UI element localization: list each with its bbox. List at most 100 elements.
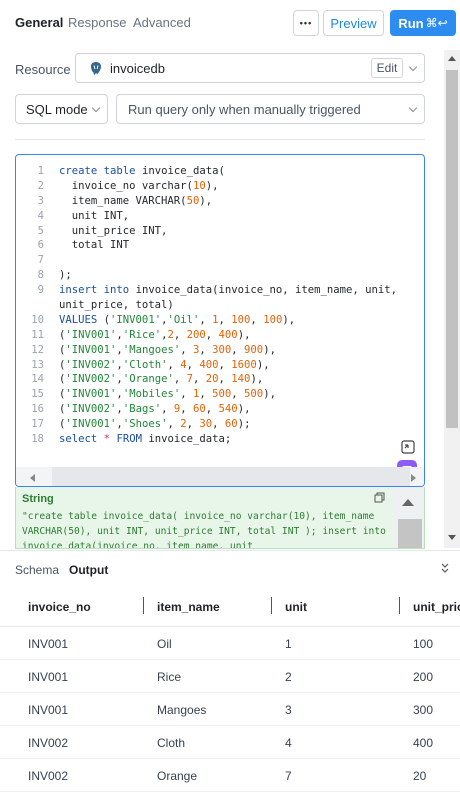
line-number: 7 bbox=[37, 254, 44, 267]
editor-scroll-track[interactable] bbox=[52, 467, 410, 486]
code-text: ('INV001','Mobiles', 1, 500, 500), bbox=[59, 388, 276, 401]
scroll-up-arrow-icon[interactable] bbox=[448, 56, 456, 61]
code-line[interactable]: 12 ('INV001','Mangoes', 3, 300, 900), bbox=[16, 343, 416, 358]
collapse-panel-icon[interactable] bbox=[440, 562, 450, 574]
column-header[interactable]: invoice_no bbox=[28, 600, 91, 614]
table-row[interactable]: INV001 Mangoes 3 300 bbox=[0, 693, 460, 726]
code-line[interactable]: 11 ('INV001','Rice',2, 200, 400), bbox=[16, 328, 416, 343]
code-text: ('INV001','Shoes', 2, 30, 60); bbox=[59, 418, 251, 431]
query-mode-value: SQL mode bbox=[26, 102, 88, 117]
scroll-up-arrow-icon[interactable] bbox=[402, 499, 414, 506]
table-cell: 200 bbox=[413, 670, 434, 684]
tab-advanced[interactable]: Advanced bbox=[133, 15, 191, 30]
column-resize-handle[interactable] bbox=[399, 597, 400, 614]
column-resize-handle[interactable] bbox=[271, 597, 272, 614]
column-header[interactable]: unit_price bbox=[413, 600, 460, 614]
code-text: ); bbox=[59, 269, 72, 282]
table-cell: INV002 bbox=[28, 769, 69, 783]
code-line[interactable]: 10 VALUES ('INV001','Oil', 1, 100, 100), bbox=[16, 313, 416, 328]
code-line[interactable]: 2 invoice_no varchar(10), bbox=[16, 179, 416, 194]
format-code-icon[interactable] bbox=[401, 440, 415, 454]
table-cell: 400 bbox=[413, 736, 434, 750]
table-cell: 3 bbox=[285, 703, 292, 717]
panel-scrollbar[interactable] bbox=[444, 50, 460, 548]
tab-schema[interactable]: Schema bbox=[15, 563, 59, 577]
string-preview-title: String bbox=[22, 493, 54, 505]
table-cell: Oil bbox=[157, 637, 172, 651]
code-line[interactable]: 1 create table invoice_data( bbox=[16, 164, 416, 179]
editor-horizontal-scrollbar[interactable] bbox=[16, 467, 424, 486]
section-divider bbox=[15, 139, 425, 140]
table-cell: 1 bbox=[285, 637, 292, 651]
code-line[interactable]: 4 unit INT, bbox=[16, 209, 416, 224]
scroll-right-arrow-icon[interactable] bbox=[411, 474, 416, 482]
table-cell: INV001 bbox=[28, 703, 69, 717]
preview-button[interactable]: Preview bbox=[323, 10, 384, 36]
string-preview-text: "create table invoice_data( invoice_no v… bbox=[22, 511, 386, 549]
code-text: item_name VARCHAR(50), bbox=[59, 194, 213, 207]
more-options-button[interactable]: ••• bbox=[293, 10, 319, 36]
column-resize-handle[interactable] bbox=[143, 597, 144, 614]
table-cell: INV001 bbox=[28, 637, 69, 651]
code-line[interactable]: 7 bbox=[16, 253, 416, 268]
code-line[interactable]: 5 unit_price INT, bbox=[16, 224, 416, 239]
column-header[interactable]: item_name bbox=[157, 600, 220, 614]
table-row[interactable]: INV002 Orange 7 20 bbox=[0, 759, 460, 792]
code-text: invoice_no varchar(10), bbox=[59, 179, 219, 192]
code-line[interactable]: 15 ('INV001','Mobiles', 1, 500, 500), bbox=[16, 387, 416, 402]
line-number: 8 bbox=[37, 269, 44, 282]
sql-editor[interactable]: 1 create table invoice_data(2 invoice_no … bbox=[15, 154, 425, 487]
tab-response[interactable]: Response bbox=[68, 15, 127, 30]
column-header[interactable]: unit bbox=[285, 600, 307, 614]
table-row[interactable]: INV002 Cloth 4 400 bbox=[0, 726, 460, 759]
line-number: 2 bbox=[37, 179, 44, 192]
code-text: ('INV001','Mangoes', 3, 300, 900), bbox=[59, 343, 276, 356]
scrollbar-thumb[interactable] bbox=[446, 70, 458, 428]
run-label: Run bbox=[398, 15, 424, 31]
table-cell: Rice bbox=[157, 670, 182, 684]
string-preview: String "create table invoice_data( invoi… bbox=[15, 487, 425, 549]
table-row[interactable]: INV001 Oil 1 100 bbox=[0, 627, 460, 660]
scroll-left-arrow-icon[interactable] bbox=[30, 474, 35, 482]
table-cell: INV001 bbox=[28, 670, 69, 684]
code-line[interactable]: 3 item_name VARCHAR(50), bbox=[16, 194, 416, 209]
code-line[interactable]: 17 ('INV001','Shoes', 2, 30, 60); bbox=[16, 417, 416, 432]
string-preview-scrollbar[interactable] bbox=[394, 487, 424, 548]
code-text: insert into invoice_data(invoice_no, ite… bbox=[59, 284, 404, 312]
table-body: INV001 Oil 1 100 INV001 Rice 2 200 INV001 Mangoes… bbox=[0, 627, 460, 792]
tab-output[interactable]: Output bbox=[69, 563, 108, 577]
line-number: 16 bbox=[31, 403, 44, 416]
code-line[interactable]: 14 ('INV002','Orange', 7, 20, 140), bbox=[16, 372, 416, 387]
run-button[interactable]: Run ⌘↩ bbox=[390, 10, 456, 36]
table-row[interactable]: INV001 Rice 2 200 bbox=[0, 660, 460, 693]
code-text: ('INV002','Cloth', 4, 400, 1600), bbox=[59, 358, 270, 371]
code-text: ('INV002','Bags', 9, 60, 540), bbox=[59, 403, 251, 416]
tab-general[interactable]: General bbox=[15, 15, 63, 30]
code-text: VALUES ('INV001','Oil', 1, 100, 100), bbox=[59, 313, 296, 326]
line-number: 13 bbox=[31, 358, 44, 371]
code-line[interactable]: 16 ('INV002','Bags', 9, 60, 540), bbox=[16, 402, 416, 417]
code-line[interactable]: 9 insert into invoice_data(invoice_no, it… bbox=[16, 283, 416, 313]
code-text: select * FROM invoice_data; bbox=[59, 433, 232, 446]
resource-select[interactable]: invoicedb Edit bbox=[75, 53, 425, 83]
run-trigger-select[interactable]: Run query only when manually triggered bbox=[116, 94, 425, 124]
code-line[interactable]: 8); bbox=[16, 268, 416, 283]
table-cell: 7 bbox=[285, 769, 292, 783]
results-panel: Schema Output invoice_no item_name unit … bbox=[0, 550, 460, 792]
chevron-down-icon bbox=[408, 103, 418, 113]
chevron-down-icon[interactable] bbox=[408, 62, 418, 72]
code-line[interactable]: 13 ('INV002','Cloth', 4, 400, 1600), bbox=[16, 358, 416, 373]
code-line[interactable]: 18 select * FROM invoice_data; bbox=[16, 432, 416, 447]
table-cell: 2 bbox=[285, 670, 292, 684]
code-line[interactable]: 6 total INT bbox=[16, 238, 416, 253]
code-text: ('INV002','Orange', 7, 20, 140), bbox=[59, 373, 264, 386]
chevron-down-icon bbox=[91, 103, 101, 113]
copy-icon[interactable] bbox=[374, 492, 385, 503]
line-number: 14 bbox=[31, 373, 44, 386]
code-area[interactable]: 1 create table invoice_data(2 invoice_no … bbox=[16, 164, 416, 447]
query-mode-select[interactable]: SQL mode bbox=[15, 94, 108, 124]
edit-resource-button[interactable]: Edit bbox=[371, 58, 403, 78]
scroll-down-arrow-icon[interactable] bbox=[448, 535, 456, 540]
line-number: 18 bbox=[31, 433, 44, 446]
scrollbar-thumb[interactable] bbox=[398, 519, 422, 548]
